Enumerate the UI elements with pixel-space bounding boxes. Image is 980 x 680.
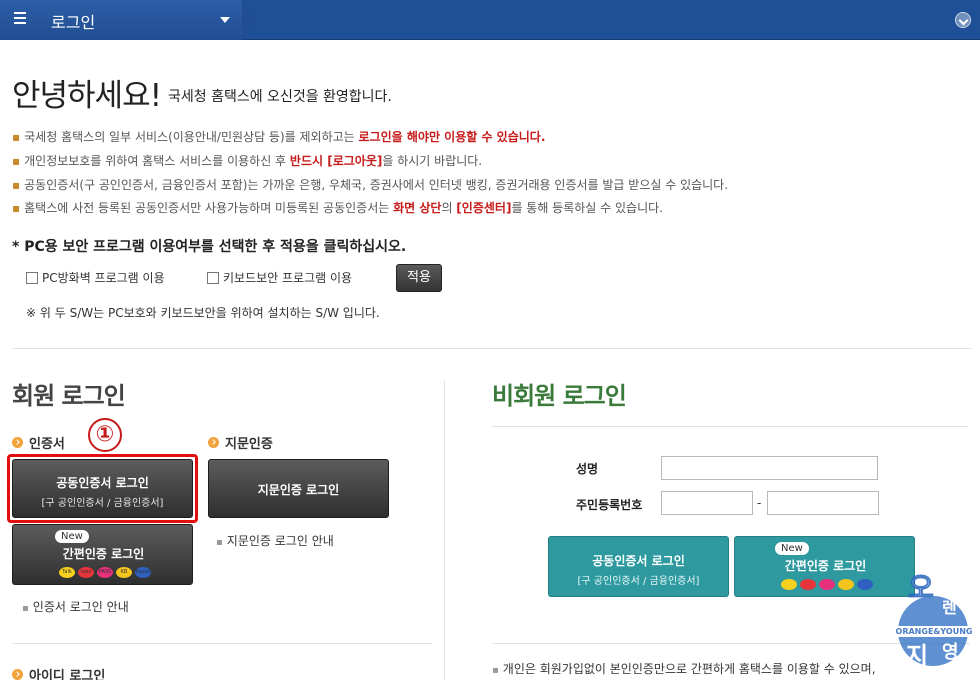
bullet-icon: ▪ xyxy=(12,201,21,215)
orange-arrow-icon xyxy=(12,669,23,680)
notice-item: ▪ 개인정보보호를 위하여 홈택스 서비스를 이용하신 후 반드시 [로그아웃]을… xyxy=(12,154,483,168)
guest-bottom-note: ▪ 개인은 회원가입없이 본인인증만으로 간편하게 홈택스를 이용할 수 있으며, xyxy=(492,662,876,676)
collapse-chevron-icon[interactable] xyxy=(955,12,971,28)
auth-provider-logos: Talk toss PASS KB Payco xyxy=(59,567,154,578)
kakao-logo-icon: Talk xyxy=(59,567,75,578)
keyboard-option[interactable]: 키보드보안 프로그램 이용 xyxy=(207,269,352,286)
pass-logo-icon: PASS xyxy=(97,567,113,578)
tab-arrow-decoration xyxy=(242,0,254,40)
kakao-logo-icon xyxy=(781,579,797,590)
firewall-option[interactable]: PC방화벽 프로그램 이용 xyxy=(26,269,165,286)
payco-logo-icon xyxy=(857,579,873,590)
top-bar: 로그인 xyxy=(0,0,980,40)
notice-item: ▪ 국세청 홈택스의 일부 서비스(이용안내/민원상담 등)를 제외하고는 로그인… xyxy=(12,130,546,144)
new-badge: New xyxy=(775,542,809,555)
notice-item: ▪ 공동인증서(구 공인인증서, 금융인증서 포함)는 가까운 은행, 우체국, … xyxy=(12,178,729,192)
fingerprint-guide-link[interactable]: ▪ 지문인증 로그인 안내 xyxy=(216,532,334,549)
bullet-icon: ▪ xyxy=(12,154,21,168)
greeting-title: 안녕하세요! xyxy=(12,78,162,114)
cert-login-guide-link[interactable]: ▪ 인증서 로그인 안내 xyxy=(22,598,129,615)
guest-cert-login-button[interactable]: 공동인증서 로그인 [구 공인인증서 / 금융인증서] xyxy=(548,536,729,597)
section-divider xyxy=(12,348,972,349)
fingerprint-label: 지문인증 xyxy=(208,433,273,452)
toss-logo-icon: toss xyxy=(78,567,94,578)
bullet-icon: ▪ xyxy=(12,130,21,144)
apply-button[interactable]: 적용 xyxy=(396,264,442,292)
rrn-back-input[interactable] xyxy=(767,491,879,515)
column-divider xyxy=(444,380,445,680)
notice-item: ▪ 홈택스에 사전 등록된 공동인증서만 사용가능하며 미등록된 공동인증서는 화… xyxy=(12,201,663,215)
pass-logo-icon xyxy=(819,579,835,590)
name-input[interactable] xyxy=(661,456,878,480)
hamburger-menu-icon[interactable] xyxy=(14,12,26,26)
orange-arrow-icon xyxy=(208,437,219,448)
orange-young-watermark: 오 렌 ORANGE&YOUNG 지 영 xyxy=(892,566,976,670)
orange-arrow-icon xyxy=(12,437,23,448)
member-divider xyxy=(12,643,432,644)
name-label: 성명 xyxy=(576,462,599,476)
rrn-front-input[interactable] xyxy=(661,491,753,515)
kb-logo-icon: KB xyxy=(116,567,132,578)
step-marker: ① xyxy=(88,418,122,452)
guest-divider xyxy=(492,426,968,427)
pc-security-title: * PC용 보안 프로그램 이용여부를 선택한 후 적용을 클릭하십시오. xyxy=(12,239,407,255)
fingerprint-login-button[interactable]: 지문인증 로그인 xyxy=(208,459,389,518)
guest-simple-login-button[interactable]: New 간편인증 로그인 xyxy=(734,536,915,597)
bullet-icon: ▪ xyxy=(12,178,21,192)
firewall-checkbox[interactable] xyxy=(26,271,38,284)
cert-label: 인증서 xyxy=(12,433,65,452)
guest-login-title: 비회원 로그인 xyxy=(492,382,627,410)
member-login-title: 회원 로그인 xyxy=(12,382,126,410)
greeting-subtitle: 국세청 홈택스에 오신것을 환영합니다. xyxy=(168,89,392,105)
new-badge: New xyxy=(55,530,89,543)
rrn-label: 주민등록번호 xyxy=(576,498,643,512)
tab-title: 로그인 xyxy=(51,13,96,32)
auth-provider-logos xyxy=(781,579,876,590)
simple-login-button[interactable]: New 간편인증 로그인 Talk toss PASS KB Payco xyxy=(12,524,193,585)
rrn-dash: - xyxy=(757,496,762,510)
sw-note: ※ 위 두 S/W는 PC보호와 키보드보안을 위하여 설치하는 S/W 입니다… xyxy=(26,306,380,320)
id-login-label: 아이디 로그인 xyxy=(12,665,105,680)
menu-tab[interactable]: 로그인 xyxy=(0,0,242,40)
toss-logo-icon xyxy=(800,579,816,590)
caret-down-icon[interactable] xyxy=(220,17,230,23)
cert-login-button[interactable]: 공동인증서 로그인 [구 공인인증서 / 금융인증서] xyxy=(12,459,193,518)
keyboard-checkbox[interactable] xyxy=(207,271,219,284)
kb-logo-icon xyxy=(838,579,854,590)
payco-logo-icon: Payco xyxy=(135,567,151,578)
